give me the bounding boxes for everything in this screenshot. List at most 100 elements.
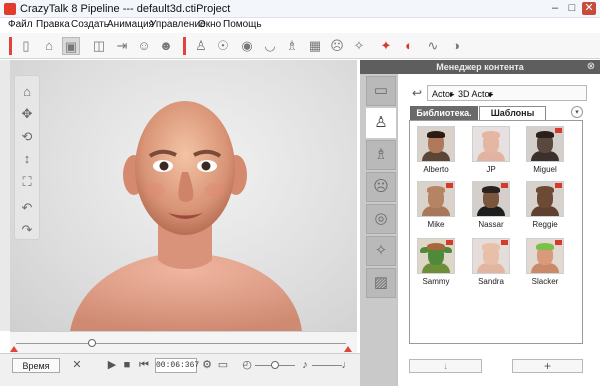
fit-icon[interactable]: ⛶: [18, 173, 36, 191]
record-icon[interactable]: ▭: [216, 357, 230, 373]
save-icon[interactable]: ▣: [62, 37, 80, 55]
tab-library[interactable]: Библиотека.: [410, 106, 478, 120]
template-thumbnail[interactable]: [417, 181, 455, 217]
actor-render: [70, 101, 302, 331]
viewport-edge: [0, 60, 10, 331]
actor-icon[interactable]: ♙: [192, 37, 210, 55]
template-thumbnail[interactable]: [526, 126, 564, 162]
open-folder-icon[interactable]: ⌂: [40, 37, 58, 55]
speed-slider-thumb[interactable]: [271, 361, 279, 369]
back-icon[interactable]: ↩: [410, 86, 424, 100]
move-icon[interactable]: ✥: [18, 105, 36, 123]
new-badge: [501, 240, 508, 245]
body-tab[interactable]: ♗: [366, 140, 396, 170]
wand-icon[interactable]: ✧: [350, 37, 368, 55]
volume-slider[interactable]: [312, 365, 342, 366]
avatar-hair: [482, 186, 500, 193]
zoom-icon[interactable]: ↕: [18, 150, 36, 168]
avatar-hair: [427, 131, 445, 138]
timeline: [10, 331, 357, 353]
folder-tab[interactable]: ▭: [366, 76, 396, 106]
app-icon: [4, 3, 16, 15]
image-tab[interactable]: ▨: [366, 268, 396, 298]
timeline-scrubber[interactable]: [88, 339, 96, 347]
template-label: Sandra: [478, 277, 504, 286]
chevron-right-icon: ▸: [489, 89, 494, 99]
menu-window[interactable]: Окно: [198, 19, 221, 30]
previous-frame-icon[interactable]: ⏮: [137, 357, 151, 373]
face-key-icon[interactable]: ◐: [400, 37, 418, 55]
mouth-icon[interactable]: ◡: [261, 37, 279, 55]
menu-edit[interactable]: Правка: [36, 19, 70, 30]
face-setup-icon[interactable]: ☺: [135, 37, 153, 55]
home-icon[interactable]: ⌂: [18, 83, 36, 101]
stop-icon[interactable]: ■: [120, 357, 134, 373]
preview-icon[interactable]: ◫: [90, 37, 108, 55]
avatar-hair: [536, 243, 554, 250]
breadcrumb-item[interactable]: 3D Actor: [458, 87, 493, 101]
template-thumbnail[interactable]: [472, 238, 510, 274]
add-button[interactable]: +: [512, 359, 583, 373]
note-icon[interactable]: ♩: [340, 357, 354, 373]
range-start-marker[interactable]: [10, 346, 18, 352]
head-icon[interactable]: ☹: [328, 37, 346, 55]
menu-animation[interactable]: Анимация: [107, 19, 154, 30]
new-badge: [446, 183, 453, 188]
template-thumbnail[interactable]: [472, 181, 510, 217]
timecode-display[interactable]: 00:06:367: [155, 358, 199, 373]
viewport[interactable]: [10, 60, 357, 331]
template-thumbnail[interactable]: [417, 238, 455, 274]
checker-icon[interactable]: ▦: [306, 37, 324, 55]
speed-icon[interactable]: ◴: [240, 357, 254, 373]
new-badge: [555, 128, 562, 133]
menu-file[interactable]: Файл: [8, 19, 33, 30]
new-badge: [501, 183, 508, 188]
menu-help[interactable]: Помощь: [223, 19, 262, 30]
template-thumbnail[interactable]: [472, 126, 510, 162]
template-thumbnail[interactable]: [526, 238, 564, 274]
minimize-button[interactable]: –: [548, 2, 562, 15]
time-button[interactable]: Время: [12, 358, 60, 373]
chevron-down-icon[interactable]: ▾: [571, 106, 583, 118]
new-file-icon[interactable]: ▯: [17, 37, 35, 55]
chevron-right-icon: ▸: [450, 89, 455, 99]
play-icon[interactable]: ▶: [105, 357, 119, 373]
scene-tab[interactable]: ✧: [366, 236, 396, 266]
tab-templates[interactable]: Шаблоны: [479, 106, 546, 120]
redo-icon[interactable]: ↷: [18, 221, 36, 239]
volume-icon[interactable]: ♪: [298, 357, 312, 373]
content-manager-title: Менеджер контента: [360, 60, 600, 74]
avatar-hair: [536, 131, 554, 138]
morph-icon[interactable]: ☉: [214, 37, 232, 55]
undo-icon[interactable]: ↶: [18, 199, 36, 217]
template-thumbnail[interactable]: [526, 181, 564, 217]
puppet-icon[interactable]: ✦: [377, 37, 395, 55]
export-icon[interactable]: ⇥: [113, 37, 131, 55]
toolbar-separator: [183, 37, 186, 55]
range-end-marker[interactable]: [344, 346, 352, 352]
import-button[interactable]: ↓: [409, 359, 482, 373]
mute-icon[interactable]: ✕: [70, 357, 84, 373]
talk-icon[interactable]: ◑: [447, 37, 465, 55]
template-label: Reggie: [532, 220, 558, 229]
actor-tab[interactable]: ♙: [366, 108, 396, 138]
close-panel-icon[interactable]: ⊗: [585, 61, 597, 73]
avatar-hair: [482, 131, 500, 138]
maximize-button[interactable]: □: [565, 2, 579, 15]
template-label: JP: [486, 165, 496, 174]
rotate-icon[interactable]: ⟲: [18, 128, 36, 146]
close-button[interactable]: ✕: [582, 2, 596, 15]
eye-icon[interactable]: ◉: [238, 37, 256, 55]
audio-tab[interactable]: ◎: [366, 204, 396, 234]
timeline-track[interactable]: [16, 343, 346, 344]
body-icon[interactable]: ♗: [283, 37, 301, 55]
face-fitting-icon[interactable]: ☻: [157, 37, 175, 55]
face-tab[interactable]: ☹: [366, 172, 396, 202]
window-title: CrazyTalk 8 Pipeline --- default3d.ctiPr…: [20, 3, 231, 15]
settings-icon[interactable]: ⚙: [200, 357, 214, 373]
template-label: Slacker: [531, 277, 559, 286]
audio-icon[interactable]: ∿: [424, 37, 442, 55]
template-label: Miguel: [533, 165, 557, 174]
template-thumbnail[interactable]: [417, 126, 455, 162]
menu-create[interactable]: Создать: [71, 19, 109, 30]
